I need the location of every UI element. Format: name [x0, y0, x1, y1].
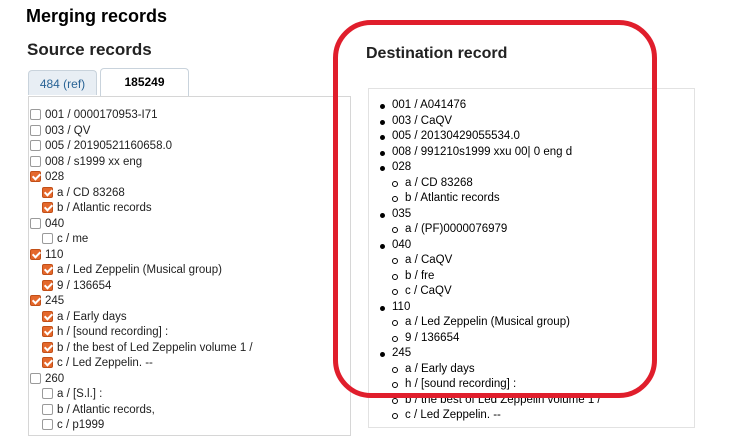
dest-subfield-item: a / Early days	[380, 362, 601, 378]
field-label: b / the best of Led Zeppelin volume 1 /	[57, 341, 253, 354]
dest-field-item: 001 / A041476	[380, 98, 601, 114]
field-label: 245	[45, 295, 65, 307]
dest-subfield-item: a / Led Zeppelin (Musical group)	[380, 315, 601, 331]
field-checkbox[interactable]	[30, 372, 41, 384]
field-label: 001 / 0000170953-I71	[45, 109, 158, 121]
subfield-item: c / me	[30, 232, 253, 248]
tab-185249[interactable]: 185249	[100, 68, 189, 97]
field-checkbox[interactable]	[42, 357, 53, 368]
dest-subfield-item: c / Led Zeppelin. --	[380, 408, 601, 424]
field-label: b / Atlantic records,	[57, 403, 155, 416]
field-label: 008 / s1999 xx eng	[45, 155, 143, 168]
dest-field-item: 040	[380, 238, 601, 254]
subfield-item: b / Atlantic records	[30, 201, 253, 217]
field-item: 005 / 20190521160658.0	[30, 139, 253, 155]
field-checkbox[interactable]	[30, 171, 41, 182]
field-item: 008 / s1999 xx eng	[30, 155, 253, 171]
dest-field-item: 008 / 991210s1999 xxu 00| 0 eng d	[380, 145, 601, 161]
subfield-item: b / the best of Led Zeppelin volume 1 /	[30, 341, 253, 357]
dest-subfield-item: h / [sound recording] :	[380, 377, 601, 393]
field-label: 003 / QV	[45, 124, 91, 137]
field-label: h / [sound recording] :	[57, 326, 169, 338]
field-checkbox[interactable]	[42, 264, 53, 275]
subfield-item: h / [sound recording] :	[30, 325, 253, 341]
field-label: 110	[45, 248, 64, 261]
field-checkbox[interactable]	[30, 140, 41, 151]
dest-field-item: 003 / CaQV	[380, 114, 601, 130]
field-item: 245	[30, 294, 253, 310]
field-label: a / CD 83268	[57, 186, 125, 199]
field-checkbox[interactable]	[42, 310, 53, 322]
subfield-item: a / [S.l.] :	[30, 387, 253, 403]
field-checkbox[interactable]	[42, 403, 53, 415]
field-label: 005 / 20190521160658.0	[45, 140, 173, 152]
dest-subfield-item: b / Atlantic records	[380, 191, 601, 207]
field-item: 110	[30, 248, 253, 264]
dest-subfield-item: b / the best of Led Zeppelin volume 1 /	[380, 393, 601, 409]
subfield-item: a / Led Zeppelin (Musical group)	[30, 263, 253, 279]
field-label: a / Led Zeppelin (Musical group)	[57, 264, 222, 276]
field-checkbox[interactable]	[42, 326, 53, 337]
dest-field-item: 035	[380, 207, 601, 223]
field-label: 9 / 136654	[57, 279, 112, 292]
subfield-item: c / Led Zeppelin. --	[30, 356, 253, 372]
field-checkbox[interactable]	[42, 388, 53, 399]
dest-subfield-item: c / CaQV	[380, 284, 601, 300]
dest-field-item: 110	[380, 300, 601, 316]
field-checkbox[interactable]	[42, 202, 53, 213]
dest-subfield-item: a / (PF)0000076979	[380, 222, 601, 238]
field-item: 028	[30, 170, 253, 186]
field-label: a / Early days	[57, 310, 127, 323]
source-records-heading: Source records	[27, 40, 152, 59]
field-checkbox[interactable]	[42, 186, 53, 198]
field-item: 001 / 0000170953-I71	[30, 108, 253, 124]
dest-field-item: 028	[380, 160, 601, 176]
field-label: 028	[45, 171, 65, 183]
dest-subfield-item: 9 / 136654	[380, 331, 601, 347]
field-label: 040	[45, 217, 65, 230]
destination-record-heading: Destination record	[366, 45, 508, 62]
source-field-list: 001 / 0000170953-I71 003 / QV 005 / 201905…	[30, 108, 253, 434]
field-checkbox[interactable]	[30, 109, 41, 120]
field-label: b / Atlantic records	[57, 202, 152, 214]
field-label: c / Led Zeppelin. --	[57, 357, 153, 369]
subfield-item: a / Early days	[30, 310, 253, 326]
field-label: c / me	[57, 233, 89, 245]
field-label: 260	[45, 372, 65, 385]
field-item: 260	[30, 372, 253, 388]
tab-484-ref[interactable]: 484 (ref)	[28, 70, 97, 95]
field-checkbox[interactable]	[42, 233, 53, 244]
field-checkbox[interactable]	[42, 341, 53, 353]
dest-subfield-item: b / fre	[380, 269, 601, 285]
field-checkbox[interactable]	[30, 217, 41, 229]
dest-field-item: 005 / 20130429055534.0	[380, 129, 601, 145]
dest-field-item: 245	[380, 346, 601, 362]
field-checkbox[interactable]	[30, 124, 41, 136]
field-checkbox[interactable]	[30, 155, 41, 167]
field-checkbox[interactable]	[30, 295, 41, 306]
field-label: a / [S.l.] :	[57, 388, 103, 400]
field-checkbox[interactable]	[42, 279, 53, 291]
subfield-item: c / p1999	[30, 418, 253, 434]
dest-subfield-item: a / CaQV	[380, 253, 601, 269]
field-checkbox[interactable]	[30, 248, 41, 260]
dest-subfield-item: a / CD 83268	[380, 176, 601, 192]
destination-field-list: 001 / A041476 003 / CaQV 005 / 20130429055…	[380, 98, 601, 424]
field-item: 003 / QV	[30, 124, 253, 140]
subfield-item: a / CD 83268	[30, 186, 253, 202]
page-title: Merging records	[26, 6, 168, 26]
field-item: 040	[30, 217, 253, 233]
subfield-item: b / Atlantic records,	[30, 403, 253, 419]
subfield-item: 9 / 136654	[30, 279, 253, 295]
